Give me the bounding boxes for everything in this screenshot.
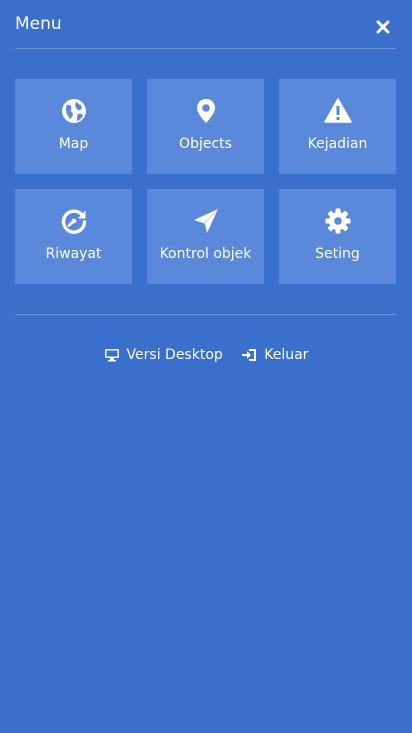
tile-label: Objects xyxy=(179,136,232,152)
tile-label: Kejadian xyxy=(307,136,368,152)
desktop-version-label: Versi Desktop xyxy=(126,347,223,363)
tile-kontrol-objek[interactable]: Kontrol objek xyxy=(147,189,264,284)
tile-label: Kontrol objek xyxy=(159,246,252,262)
menu-title: Menu xyxy=(15,14,62,34)
menu-grid: Map Objects Kejadian Riwayat Kontrol obj… xyxy=(15,79,397,284)
history-icon xyxy=(60,207,88,235)
globe-icon xyxy=(60,97,88,125)
desktop-icon xyxy=(104,349,119,362)
logout-label: Keluar xyxy=(264,347,309,363)
desktop-version-link[interactable]: Versi Desktop xyxy=(104,344,223,366)
tile-label: Map xyxy=(58,136,89,152)
map-marker-icon xyxy=(192,97,220,125)
gear-icon xyxy=(324,207,352,235)
divider xyxy=(15,314,396,315)
tile-label: Riwayat xyxy=(45,246,102,262)
paper-plane-icon xyxy=(192,207,220,235)
tile-riwayat[interactable]: Riwayat xyxy=(15,189,132,284)
tile-seting[interactable]: Seting xyxy=(279,189,396,284)
tile-objects[interactable]: Objects xyxy=(147,79,264,174)
warning-icon xyxy=(323,97,352,125)
tile-label: Seting xyxy=(315,246,360,262)
logout-icon xyxy=(242,349,257,361)
close-icon[interactable] xyxy=(376,19,390,34)
tile-kejadian[interactable]: Kejadian xyxy=(279,79,396,174)
tile-map[interactable]: Map xyxy=(15,79,132,174)
logout-link[interactable]: Keluar xyxy=(241,344,308,366)
footer-links: Versi Desktop Keluar xyxy=(0,344,412,366)
menu-header: Menu xyxy=(15,0,396,49)
